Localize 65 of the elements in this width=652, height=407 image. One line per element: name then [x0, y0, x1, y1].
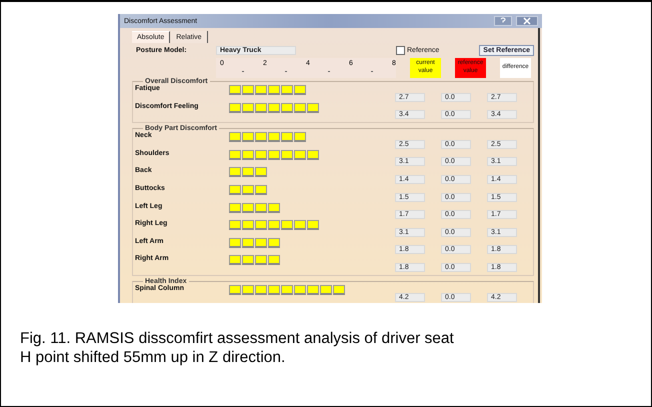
bar-segment	[268, 220, 280, 230]
bar-segment	[268, 255, 280, 266]
bar-segment	[281, 220, 293, 230]
bar-segment	[229, 220, 241, 230]
bar-segment	[294, 220, 306, 230]
help-icon[interactable]	[494, 16, 512, 26]
bar-segment	[229, 150, 241, 160]
bar-segment	[242, 202, 254, 213]
bar-segment	[268, 85, 280, 95]
bar-segment	[229, 132, 241, 142]
bar-segment	[281, 102, 293, 113]
bar-segment	[294, 132, 306, 142]
bar-segment	[255, 220, 267, 230]
bar-segment	[307, 150, 319, 160]
bar-segment	[255, 284, 267, 295]
bar-segment	[268, 132, 280, 142]
caption-line: H point shifted 55mm up in Z direction.	[20, 348, 286, 367]
bar-segment	[229, 238, 241, 248]
bar-segment	[294, 102, 306, 113]
bar-segment	[229, 167, 241, 178]
bar-segment	[281, 132, 293, 142]
bar-segment	[320, 284, 332, 295]
bar-segment	[242, 255, 254, 266]
caption-line: Fig. 11. RAMSIS disscomfirt assessment analysis of driver seat	[20, 329, 455, 348]
bar-segment	[242, 284, 254, 295]
bar-segment	[255, 184, 267, 195]
bar-segment	[229, 184, 241, 195]
bar-segment	[242, 85, 254, 95]
bar-segment	[268, 284, 280, 295]
bar-segment	[281, 284, 293, 295]
bar-segment	[229, 102, 241, 113]
bar-segment	[255, 255, 267, 266]
close-icon[interactable]	[516, 16, 538, 26]
bar-segment	[255, 132, 267, 142]
bar-segment	[307, 284, 319, 295]
bar-segment	[294, 284, 306, 295]
bar-segment	[294, 85, 306, 95]
bar-segment	[242, 102, 254, 113]
bar-segment	[268, 102, 280, 113]
bar-segment	[242, 167, 254, 178]
reference-checkbox[interactable]	[396, 46, 405, 55]
bar-segment	[242, 238, 254, 248]
bar-segment	[281, 85, 293, 95]
bar-segment	[294, 150, 306, 160]
bar-segment	[255, 102, 267, 113]
bar-segment	[307, 220, 319, 230]
bar-segment	[268, 202, 280, 213]
bar-segment	[242, 184, 254, 195]
bar-segment	[281, 150, 293, 160]
bar-segment	[255, 202, 267, 213]
bar-segment	[333, 284, 345, 295]
bar-segment	[229, 85, 241, 95]
bar-segment	[229, 255, 241, 266]
bar-segment	[255, 85, 267, 95]
bar-segment	[255, 167, 267, 178]
bar-segment	[307, 102, 319, 113]
bar-segment	[268, 238, 280, 248]
bar-segment	[242, 132, 254, 142]
bar-segment	[229, 284, 241, 295]
bar-segment	[255, 238, 267, 248]
bar-segment	[255, 150, 267, 160]
bar-segment	[229, 202, 241, 213]
bar-segment	[242, 150, 254, 160]
bar-segment	[268, 150, 280, 160]
bar-segment	[242, 220, 254, 230]
